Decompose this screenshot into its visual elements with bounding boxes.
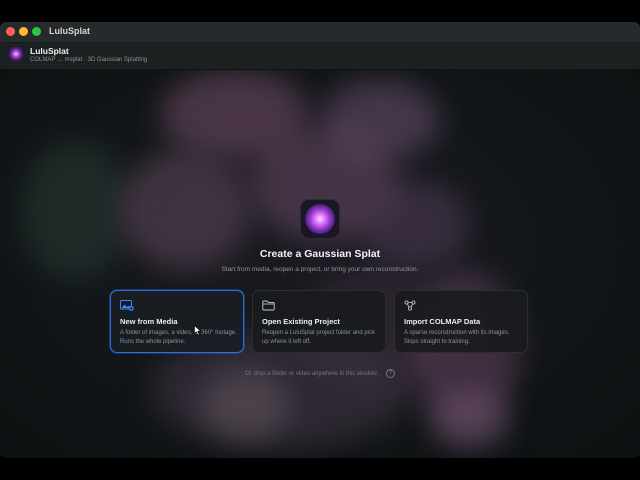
import-colmap-data-card[interactable]: Import COLMAP Data A sparse reconstructi…	[394, 290, 528, 353]
folder-icon	[262, 300, 275, 311]
card-description: Reopen a LuluSplat project folder and pi…	[262, 330, 376, 345]
hero-splat-icon	[300, 199, 340, 239]
card-description: A folder of images, a video, or 360° foo…	[120, 330, 237, 345]
minimize-window-button[interactable]	[19, 27, 28, 36]
page-subtitle: Start from media, reopen a project, or b…	[221, 266, 419, 273]
card-title: New from Media	[120, 317, 178, 326]
photo-add-icon	[120, 300, 134, 311]
page-title: Create a Gaussian Splat	[259, 248, 381, 260]
card-title: Open Existing Project	[262, 317, 340, 326]
open-existing-project-card[interactable]: Open Existing Project Reopen a LuluSplat…	[252, 290, 386, 353]
app-subtitle: COLMAP → msplat · 3D Gaussian Splatting	[30, 57, 148, 63]
splat-glow-icon	[305, 204, 335, 234]
drop-hint-text: Or drop a folder or video anywhere in th…	[245, 371, 379, 378]
close-window-button[interactable]	[6, 27, 15, 36]
splat-background[interactable]	[0, 70, 640, 458]
app-logo-icon	[9, 47, 23, 61]
window-title: LuluSplat	[49, 26, 90, 36]
card-description: A sparse reconstruction with its images.…	[404, 330, 510, 345]
graph-nodes-icon	[404, 300, 416, 311]
drop-hint: Or drop a folder or video anywhere in th…	[0, 369, 640, 378]
new-from-media-card[interactable]: New from Media A folder of images, a vid…	[110, 290, 244, 353]
maximize-window-button[interactable]	[32, 27, 41, 36]
app-window: LuluSplat LuluSplat COLMAP → msplat · 3D…	[0, 22, 640, 458]
background-splat-blob	[430, 390, 510, 450]
help-icon[interactable]: ?	[385, 369, 395, 378]
app-header: LuluSplat COLMAP → msplat · 3D Gaussian …	[0, 43, 640, 70]
app-name: LuluSplat	[30, 46, 69, 56]
card-title: Import COLMAP Data	[404, 317, 481, 326]
mouse-cursor-icon	[194, 325, 202, 336]
background-splat-blob	[200, 370, 290, 440]
title-bar[interactable]: LuluSplat	[0, 22, 640, 43]
